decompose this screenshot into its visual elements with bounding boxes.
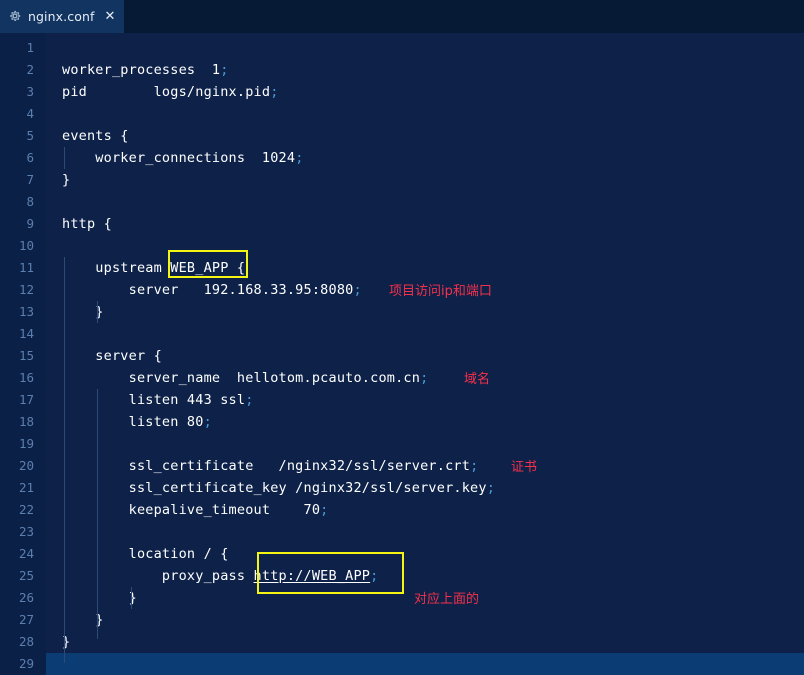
code-line[interactable]: 3 pid logs/nginx.pid; (0, 81, 804, 103)
line-number: 25 (18, 568, 34, 583)
line-number: 27 (18, 612, 34, 627)
line-number: 21 (18, 480, 34, 495)
indent-guide (97, 389, 98, 639)
line-text: events { (62, 128, 129, 144)
line-number: 2 (26, 62, 34, 77)
indent-guide (97, 301, 98, 323)
code-line[interactable]: 20 ssl_certificate /nginx32/ssl/server.c… (0, 455, 804, 477)
code-line[interactable]: 22 keepalive_timeout 70; (0, 499, 804, 521)
code-line[interactable]: 4 (0, 103, 804, 125)
code-line[interactable]: 10 (0, 235, 804, 257)
indent-guide (131, 587, 132, 609)
current-line-highlight (46, 653, 804, 675)
code-line[interactable]: 13 } (0, 301, 804, 323)
line-number: 13 (18, 304, 34, 319)
line-number: 19 (18, 436, 34, 451)
code-line[interactable]: 19 (0, 433, 804, 455)
line-number: 14 (18, 326, 34, 341)
code-line[interactable]: 5 events { (0, 125, 804, 147)
editor-window: nginx.conf ✕ 1 2 worker_processes 1; 3 pid… (0, 0, 804, 675)
line-text: upstream WEB_APP { (62, 260, 246, 276)
line-text: proxy_pass http://WEB_APP; (62, 565, 378, 587)
line-number: 1 (26, 40, 34, 55)
line-number: 24 (18, 546, 34, 561)
line-number: 28 (18, 634, 34, 649)
tab-bar: nginx.conf ✕ (0, 0, 804, 33)
code-line[interactable]: 28} (0, 631, 804, 653)
line-text: keepalive_timeout 70; (62, 502, 329, 518)
line-text: listen 443 ssl; (62, 392, 254, 408)
line-number: 3 (26, 84, 34, 99)
line-number: 17 (18, 392, 34, 407)
line-number: 8 (26, 194, 34, 209)
line-number: 6 (26, 150, 34, 165)
annotation-certificate: 证书 (511, 460, 538, 475)
line-text: } (62, 590, 137, 606)
tab-label: nginx.conf (28, 8, 95, 24)
semicolon: ; (370, 568, 379, 584)
line-text: server_name hellotom.pcauto.com.cn; (62, 370, 429, 386)
code-line[interactable]: 27 } (0, 609, 804, 631)
line-number: 9 (26, 216, 34, 231)
line-number: 26 (18, 590, 34, 605)
line-text: ssl_certificate_key /nginx32/ssl/server.… (62, 480, 496, 496)
close-icon[interactable]: ✕ (104, 10, 115, 23)
indent-guide (64, 257, 65, 663)
line-number: 23 (18, 524, 34, 539)
code-line[interactable]: 24 location / { (0, 543, 804, 565)
code-line[interactable]: 26 } (0, 587, 804, 609)
line-number: 10 (18, 238, 34, 253)
code-line[interactable]: 18 listen 80; (0, 411, 804, 433)
line-number: 7 (26, 172, 34, 187)
annotation-ip-port: 项目访问ip和端口 (389, 284, 492, 299)
code-line[interactable]: 23 (0, 521, 804, 543)
code-line[interactable]: 6 worker_connections 1024; (0, 147, 804, 169)
code-line-active[interactable]: 29 (0, 653, 804, 675)
line-number: 18 (18, 414, 34, 429)
line-text: worker_connections 1024; (62, 150, 304, 166)
code-line[interactable]: 8 (0, 191, 804, 213)
code-line[interactable]: 16 server_name hellotom.pcauto.com.cn; (0, 367, 804, 389)
code-line[interactable]: 7} (0, 169, 804, 191)
tab-nginx-conf[interactable]: nginx.conf ✕ (0, 0, 125, 33)
indent-guide (64, 147, 65, 169)
code-line[interactable]: 9 http { (0, 213, 804, 235)
annotation-domain: 域名 (464, 372, 491, 387)
annotation-matches-above: 对应上面的 (414, 592, 480, 607)
line-text: } (62, 172, 71, 188)
code-editor[interactable]: 1 2 worker_processes 1; 3 pid logs/nginx.p… (0, 33, 804, 675)
code-line[interactable]: 21 ssl_certificate_key /nginx32/ssl/serv… (0, 477, 804, 499)
line-text: worker_processes 1; (62, 62, 229, 78)
line-number: 20 (18, 458, 34, 473)
line-text: server 192.168.33.95:8080; (62, 282, 362, 298)
line-text: server { (62, 348, 162, 364)
line-number: 16 (18, 370, 34, 385)
line-text: listen 80; (62, 414, 212, 430)
line-text: location / { (62, 546, 229, 562)
code-line[interactable]: 15 server { (0, 345, 804, 367)
line-number: 29 (18, 656, 34, 671)
gear-icon (10, 10, 21, 22)
line-text: http { (62, 216, 112, 232)
line-text: ssl_certificate /nginx32/ssl/server.crt; (62, 458, 479, 474)
code-line[interactable]: 2 worker_processes 1; (0, 59, 804, 81)
proxy-pass-prefix: proxy_pass (62, 568, 254, 584)
line-number: 5 (26, 128, 34, 143)
code-line[interactable]: 14 (0, 323, 804, 345)
code-line[interactable]: 11 upstream WEB_APP { (0, 257, 804, 279)
line-number: 22 (18, 502, 34, 517)
line-number: 12 (18, 282, 34, 297)
code-line[interactable]: 25 proxy_pass http://WEB_APP; (0, 565, 804, 587)
code-line[interactable]: 17 listen 443 ssl; (0, 389, 804, 411)
code-line[interactable]: 1 (0, 37, 804, 59)
line-number: 15 (18, 348, 34, 363)
line-text: pid logs/nginx.pid; (62, 84, 279, 100)
line-number: 4 (26, 106, 34, 121)
proxy-pass-url: http://WEB_APP (253, 568, 371, 584)
line-number: 11 (18, 260, 34, 275)
